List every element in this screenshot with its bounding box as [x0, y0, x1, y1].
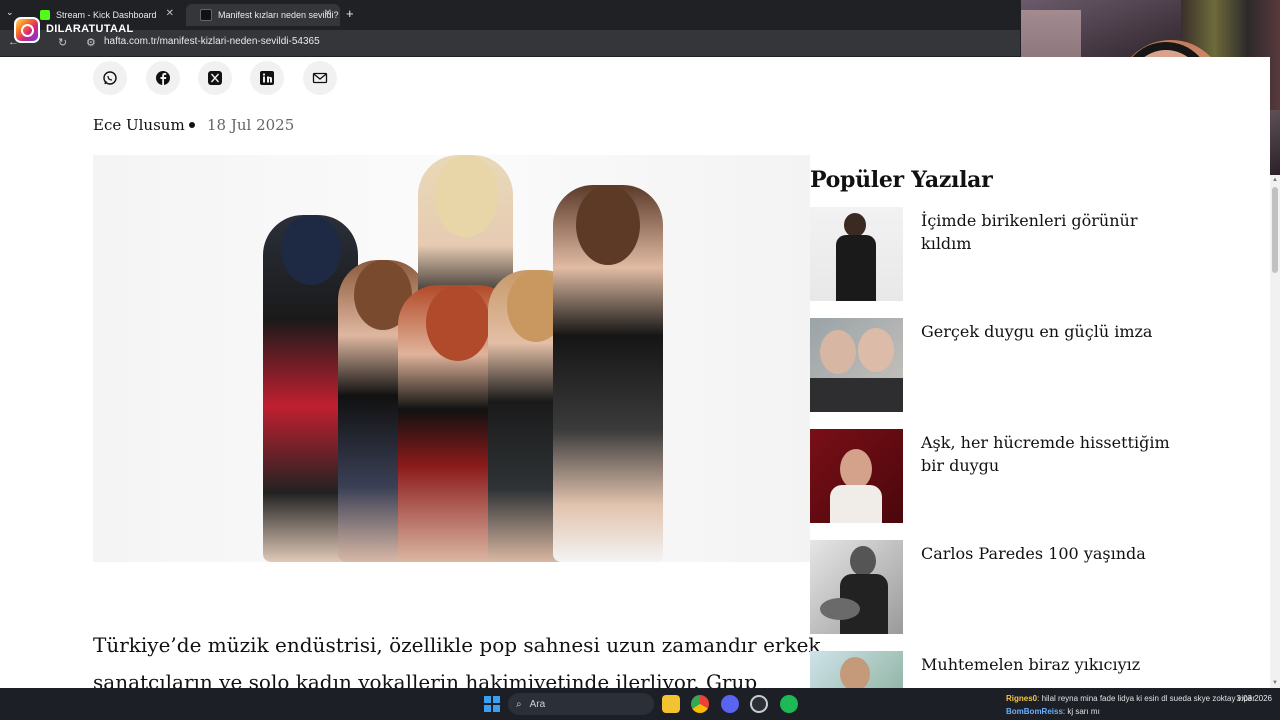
popular-post-thumbnail[interactable]	[810, 651, 903, 688]
instagram-icon	[14, 17, 40, 43]
site-favicon-icon	[200, 9, 212, 21]
popular-post-item[interactable]: Muhtemelen biraz yıkıcıyız	[810, 651, 1190, 688]
thumb-figure	[820, 330, 856, 374]
popular-posts-title: Popüler Yazılar	[810, 167, 993, 193]
article-lede: Türkiye’de müzik endüstrisi, özellikle p…	[93, 633, 821, 688]
meta-separator	[189, 122, 195, 128]
popular-post-title[interactable]: Carlos Paredes 100 yaşında	[921, 542, 1181, 565]
url-text[interactable]: hafta.com.tr/manifest-kizlari-neden-sevi…	[104, 36, 320, 47]
popular-post-title[interactable]: İçimde birikenleri görünür kıldım	[921, 209, 1181, 255]
search-icon: ⌕	[516, 698, 522, 710]
spotify-icon[interactable]	[780, 695, 798, 713]
popular-post-thumbnail[interactable]	[810, 207, 903, 301]
scroll-down-icon[interactable]: ▼	[1272, 680, 1278, 686]
tab-label: Stream - Kick Dashboard	[56, 10, 157, 20]
popular-post-title[interactable]: Aşk, her hücremde hissettiğim bir duygu	[921, 431, 1181, 477]
close-tab-icon[interactable]: ✕	[166, 8, 174, 19]
new-tab-icon[interactable]: +	[346, 6, 354, 21]
discord-icon[interactable]	[721, 695, 739, 713]
page-scrollbar[interactable]: ▲ ▼	[1270, 175, 1280, 688]
band-member-head	[280, 215, 341, 285]
article-author[interactable]: Ece Ulusum	[93, 116, 185, 134]
popular-post-item[interactable]: Carlos Paredes 100 yaşında	[810, 540, 1190, 634]
mail-icon	[312, 72, 328, 84]
share-facebook-button[interactable]	[146, 61, 180, 95]
obs-icon[interactable]	[750, 695, 768, 713]
popular-post-item[interactable]: Gerçek duygu en güçlü imza	[810, 318, 1190, 412]
x-icon	[208, 71, 222, 85]
thumb-figure	[830, 485, 882, 523]
reload-icon[interactable]: ↻	[58, 36, 67, 49]
search-placeholder: Ara	[529, 698, 546, 710]
kick-icon	[40, 10, 50, 20]
chat-text: : kj sarı mı	[1062, 707, 1100, 716]
close-tab-icon[interactable]: ✕	[324, 8, 332, 19]
address-bar[interactable]: ← ↻ ⚙ hafta.com.tr/manifest-kizlari-nede…	[0, 30, 1020, 56]
tab-label: Manifest kızları neden sevildi?	[218, 10, 339, 20]
thumb-figure	[858, 328, 894, 372]
band-member-head	[426, 285, 490, 361]
band-member-head	[433, 155, 498, 237]
site-info-icon[interactable]: ⚙	[86, 36, 96, 49]
article-page: Ece Ulusum 18 Jul 2025 Türkiye’de müzik …	[0, 57, 1270, 688]
linkedin-icon	[260, 71, 274, 85]
chat-overlay: Rignes0: hilal reyna mina fade lidya ki …	[1006, 692, 1255, 718]
thumb-figure	[844, 213, 866, 237]
popular-post-item[interactable]: İçimde birikenleri görünür kıldım	[810, 207, 1190, 301]
start-button[interactable]	[484, 696, 500, 712]
thumb-figure	[836, 235, 876, 301]
scrollbar-thumb[interactable]	[1272, 187, 1278, 273]
popular-post-title[interactable]: Gerçek duygu en güçlü imza	[921, 320, 1181, 343]
taskbar-search[interactable]: ⌕ Ara	[508, 693, 654, 715]
thumb-figure	[840, 449, 872, 489]
article-date: 18 Jul 2025	[207, 116, 295, 134]
popular-post-thumbnail[interactable]	[810, 429, 903, 523]
chat-message: BomBomReiss: kj sarı mı	[1006, 705, 1255, 718]
band-member-head	[576, 185, 640, 265]
share-x-button[interactable]	[198, 61, 232, 95]
guitar-icon	[820, 598, 860, 620]
chat-username: Rignes0	[1006, 694, 1038, 703]
clock-date: 3.03.2026	[1236, 694, 1272, 703]
popular-post-title[interactable]: Muhtemelen biraz yıkıcıyız	[921, 653, 1181, 676]
popular-post-item[interactable]: Aşk, her hücremde hissettiğim bir duygu	[810, 429, 1190, 523]
thumb-figure	[850, 546, 876, 576]
tab-article[interactable]: Manifest kızları neden sevildi? ✕	[186, 4, 340, 26]
chrome-icon[interactable]	[691, 695, 709, 713]
windows-taskbar: ⌕ Ara Rignes0: hilal reyna mina fade lid…	[0, 688, 1280, 720]
share-whatsapp-button[interactable]	[93, 61, 127, 95]
thumb-figure	[840, 657, 870, 688]
tab-search-icon[interactable]: ⌄	[6, 7, 14, 18]
tab-bar: ⌄ Stream - Kick Dashboard ✕ Manifest kız…	[0, 0, 1020, 28]
file-explorer-icon[interactable]	[662, 695, 680, 713]
whatsapp-icon	[103, 71, 117, 85]
chat-username: BomBomReiss	[1006, 707, 1063, 716]
popular-post-thumbnail[interactable]	[810, 318, 903, 412]
share-linkedin-button[interactable]	[250, 61, 284, 95]
instagram-handle: DILARATUTAAL	[46, 23, 134, 35]
chat-text: : hilal reyna mina fade lidya ki esin dl…	[1037, 694, 1256, 703]
system-clock[interactable]: 3.03.2026	[1232, 693, 1272, 704]
chat-message: Rignes0: hilal reyna mina fade lidya ki …	[1006, 692, 1255, 705]
thumb-figure	[810, 378, 903, 412]
article-hero-image	[93, 155, 810, 562]
facebook-icon	[156, 71, 170, 86]
popular-post-thumbnail[interactable]	[810, 540, 903, 634]
share-mail-button[interactable]	[303, 61, 337, 95]
band-member-figure	[553, 185, 663, 562]
scroll-up-icon[interactable]: ▲	[1272, 177, 1278, 183]
